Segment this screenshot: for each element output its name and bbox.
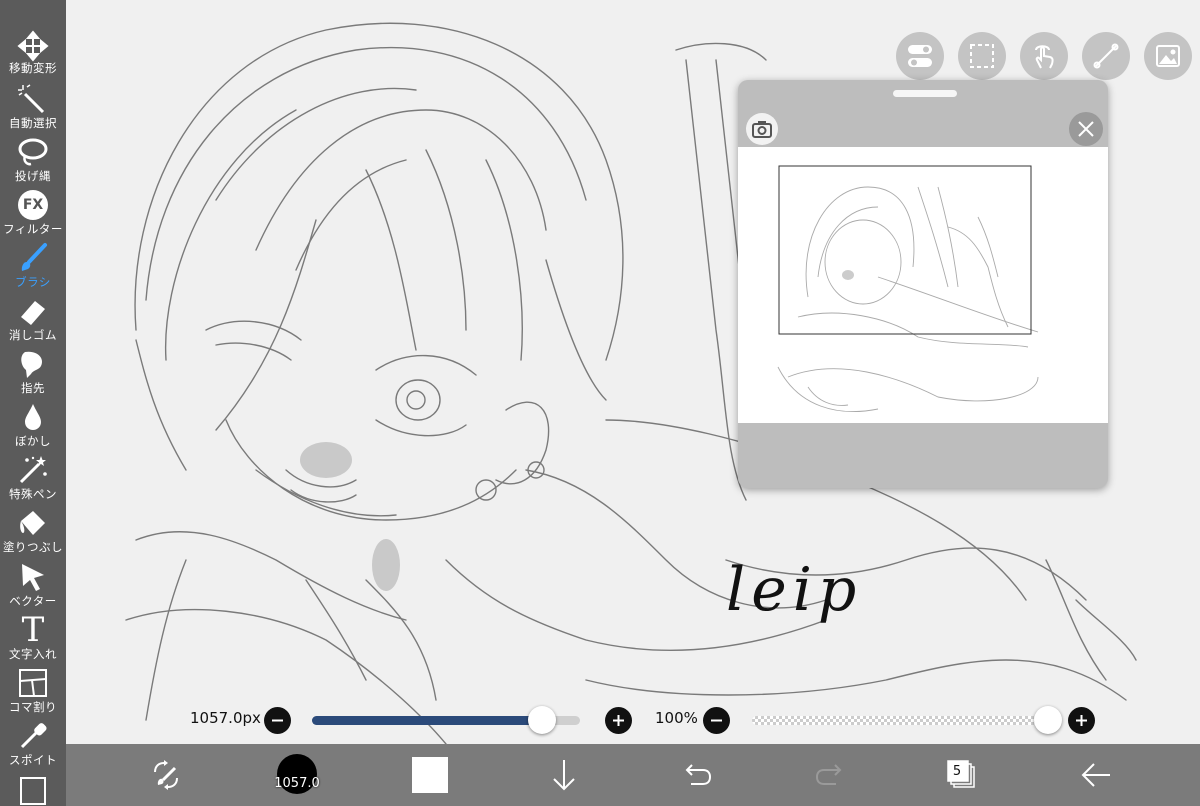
brush-size-label: 1057.0 (274, 776, 320, 791)
brush-swap-icon (154, 760, 178, 790)
brush-swap-button[interactable] (136, 744, 196, 806)
brush-size-fill (312, 716, 543, 725)
magic-wand-icon (18, 84, 45, 114)
navigator-preview[interactable] (738, 147, 1108, 423)
image-material-button[interactable] (1144, 32, 1192, 80)
color-picker-button[interactable] (400, 744, 460, 806)
tool-label: 移動変形 (9, 61, 57, 75)
brush-icon (21, 243, 47, 271)
fx-icon: FX (18, 190, 48, 220)
tool-label: 消しゴム (9, 328, 57, 342)
special-pen-icon (19, 456, 47, 484)
back-button[interactable] (1066, 744, 1126, 806)
tool-eraser[interactable]: 消しゴム (0, 293, 66, 346)
opacity-decrease-button[interactable] (703, 707, 730, 734)
minus-icon (711, 719, 722, 722)
fill-bucket-icon (20, 511, 45, 535)
opacity-increase-button[interactable] (1068, 707, 1095, 734)
redo-icon (815, 764, 842, 785)
drag-handle[interactable] (893, 90, 957, 97)
tool-auto-select[interactable]: 自動選択 (0, 82, 66, 135)
tool-label: 特殊ペン (9, 487, 57, 501)
arrow-left-icon (1081, 763, 1110, 787)
undo-button[interactable] (667, 744, 727, 806)
undo-icon (685, 764, 712, 785)
touch-gesture-button[interactable] (1020, 32, 1068, 80)
opacity-track[interactable] (752, 716, 1048, 725)
toggle-icon (908, 45, 932, 67)
tool-lasso[interactable]: 投げ縄 (0, 135, 66, 188)
eyedropper-icon (20, 723, 47, 749)
layers-count: 5 (952, 764, 962, 779)
tool-more[interactable] (0, 772, 66, 806)
preview-thumbnail (777, 165, 1039, 412)
tool-label: 指先 (21, 381, 45, 395)
tool-label: フィルター (3, 222, 63, 236)
signature-text: leip (726, 555, 863, 625)
toggle-settings-button[interactable] (896, 32, 944, 80)
tool-eyedropper[interactable]: スポイト (0, 718, 66, 771)
frame-divider-icon (19, 669, 47, 697)
tool-label: 自動選択 (9, 116, 57, 130)
plus-icon (1076, 715, 1087, 726)
blur-drop-icon (25, 404, 41, 430)
camera-icon (752, 121, 772, 138)
vector-cursor-icon (22, 564, 44, 591)
arrow-down-icon (553, 760, 575, 791)
camera-button[interactable] (746, 113, 778, 145)
close-icon (1078, 121, 1094, 137)
brush-size-decrease-button[interactable] (264, 707, 291, 734)
opacity-value: 100% (655, 709, 698, 727)
tool-blur[interactable]: ぼかし (0, 399, 66, 452)
tool-label: スポイト (9, 753, 57, 767)
ruler-icon (1093, 43, 1119, 69)
close-button[interactable] (1069, 112, 1103, 146)
text-icon: T (21, 610, 45, 650)
bottom-toolbar: 1057.0 5 (66, 744, 1200, 806)
tool-label: 文字入れ (9, 647, 57, 661)
plus-icon (613, 715, 624, 726)
tool-label: コマ割り (9, 700, 57, 714)
tool-move[interactable]: 移動変形 (0, 28, 66, 81)
eraser-icon (21, 301, 45, 325)
layers-button[interactable]: 5 (932, 744, 992, 806)
ruler-button[interactable] (1082, 32, 1130, 80)
navigator-panel (738, 80, 1108, 488)
tool-smudge[interactable]: 指先 (0, 346, 66, 399)
touch-hand-icon (1035, 45, 1054, 69)
tool-frame-divider[interactable]: コマ割り (0, 665, 66, 718)
opacity-slider-knob[interactable] (1034, 706, 1062, 734)
tool-text[interactable]: T 文字入れ (0, 612, 66, 665)
redo-button[interactable] (800, 744, 860, 806)
current-color-swatch (412, 757, 448, 793)
tool-sidebar: 移動変形 自動選択 投げ縄 FX フィルター ブラシ 消しゴム 指先 ぼかし 特… (0, 0, 66, 806)
smudge-icon (21, 351, 43, 378)
tool-special-pen[interactable]: 特殊ペン (0, 452, 66, 505)
tool-vector[interactable]: ベクター (0, 559, 66, 612)
tool-filter[interactable]: FX フィルター (0, 188, 66, 241)
move-icon (17, 30, 49, 62)
tool-label: ぼかし (15, 434, 51, 448)
brush-size-preview-button[interactable]: 1057.0 (262, 744, 332, 806)
tool-label: ブラシ (15, 275, 51, 289)
brush-size-increase-button[interactable] (605, 707, 632, 734)
selection-button[interactable] (958, 32, 1006, 80)
canvas-icon (20, 777, 46, 805)
brush-size-value: 1057.0px (190, 709, 261, 727)
tool-fill[interactable]: 塗りつぶし (0, 505, 66, 558)
layer-transfer-down-button[interactable] (534, 744, 594, 806)
tool-brush[interactable]: ブラシ (0, 240, 66, 293)
selection-marquee-icon (970, 44, 994, 68)
lasso-icon (18, 138, 48, 166)
minus-icon (272, 719, 283, 722)
tool-label: 投げ縄 (15, 169, 51, 183)
image-icon (1156, 45, 1180, 67)
tool-label: ベクター (9, 594, 57, 608)
tool-label: 塗りつぶし (2, 540, 64, 554)
